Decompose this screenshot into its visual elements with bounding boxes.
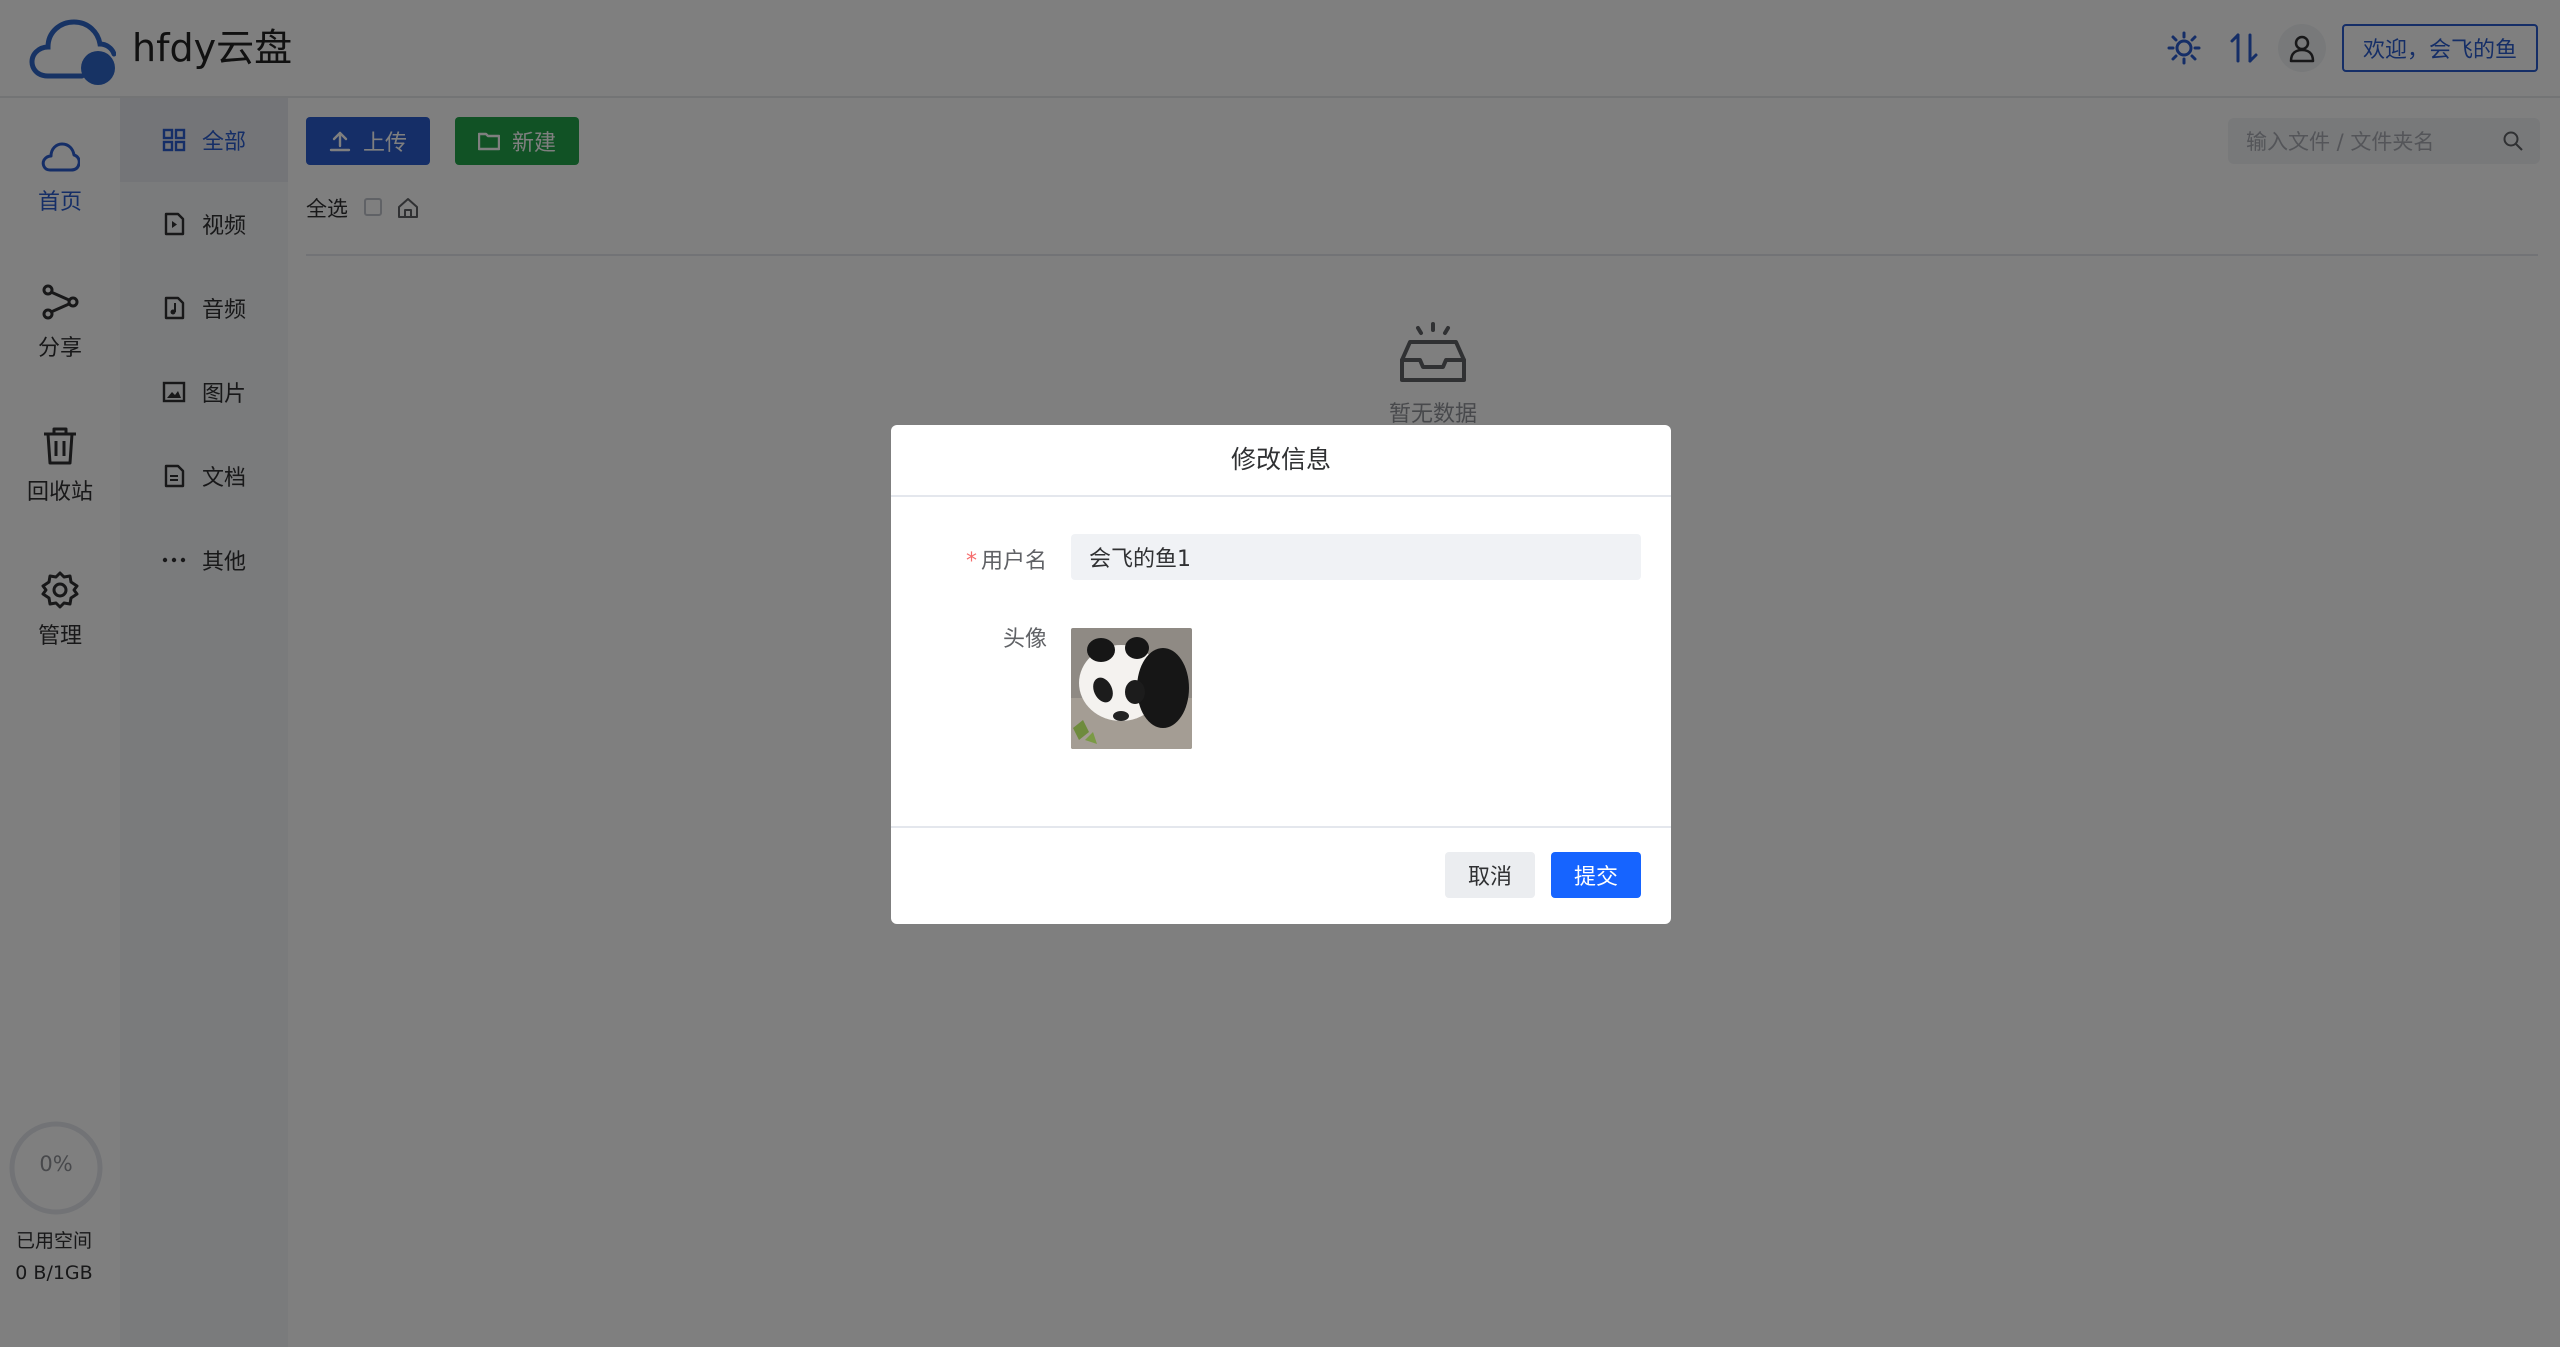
dialog-footer-divider [891, 826, 1671, 828]
dialog-title: 修改信息 [891, 425, 1671, 497]
cancel-button[interactable]: 取消 [1445, 852, 1535, 898]
required-mark: * [965, 549, 977, 574]
username-label-text: 用户名 [980, 549, 1047, 574]
avatar-label: 头像 [1002, 627, 1047, 652]
edit-info-dialog: 修改信息 *用户名 头像 取消 提交 [891, 425, 1671, 924]
username-label: * 用户名 [891, 543, 1047, 575]
username-input[interactable] [1071, 534, 1641, 580]
submit-button[interactable]: 提交 [1551, 852, 1641, 898]
avatar-image[interactable] [1071, 628, 1192, 749]
